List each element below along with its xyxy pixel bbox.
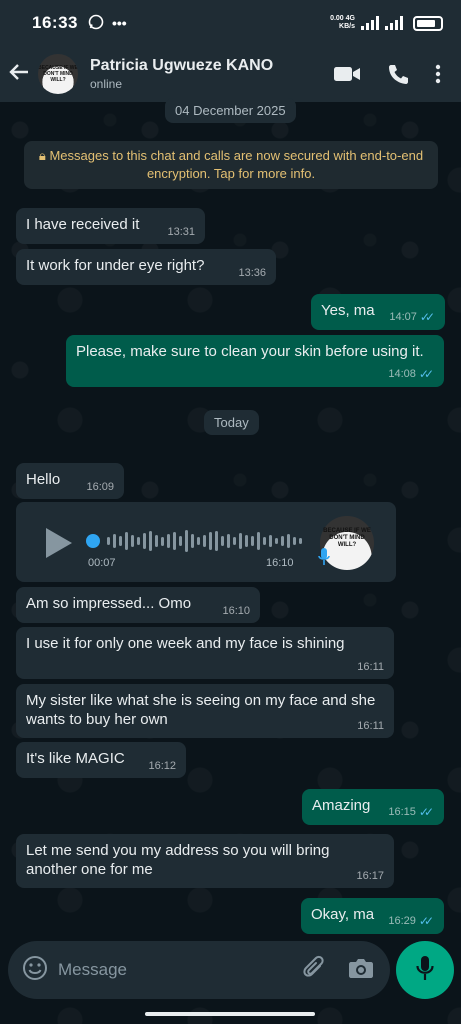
contact-status: online [90,77,123,91]
message-text: Am so impressed... Omo [26,595,192,612]
voice-call-icon[interactable] [387,63,409,85]
message-meta: 16:12 [148,760,176,772]
message-composer [8,941,390,999]
message-bubble-incoming[interactable]: Am so impressed... Omo 16:10 [16,587,260,623]
more-options-icon[interactable] [435,64,441,84]
network-speed: 0.00 4G KB/s [330,15,355,30]
contact-name: Patricia Ugwueze KANO [90,57,274,74]
signal-strength-icon-2 [385,16,403,30]
message-bubble-outgoing[interactable]: Yes, ma 14:07 ✓✓ [311,294,445,330]
message-bubble-outgoing[interactable]: Okay, ma 16:29 ✓✓ [301,898,444,934]
message-bubble-outgoing[interactable]: Please, make sure to clean your skin bef… [66,335,444,387]
voice-duration: 00:07 [88,557,116,569]
message-meta: 14:07 ✓✓ [389,310,435,324]
status-notification-icons: ••• [88,14,127,33]
message-meta: 16:10 [222,605,250,617]
contact-avatar[interactable]: BECAUSE IF WE DON'T MIND WILL? [38,54,78,94]
more-notifications-icon: ••• [111,15,127,31]
voice-record-button[interactable] [396,941,454,999]
status-bar: 16:33 ••• 0.00 4G KB/s [0,0,461,46]
message-meta: 13:36 [238,267,266,279]
message-bubble-outgoing[interactable]: Amazing 16:15 ✓✓ [302,789,444,825]
date-chip: Today [204,410,259,435]
whatsapp-notification-icon [88,14,104,33]
message-meta: 16:11 [357,720,384,732]
battery-icon [413,15,443,31]
message-meta: 14:08 ✓✓ [388,367,434,381]
read-receipt-icon: ✓✓ [418,367,434,381]
message-bubble-incoming[interactable]: I use it for only one week and my face i… [16,627,394,679]
microphone-icon [416,955,434,986]
composer-actions [302,955,374,986]
voice-time: 16:10 [266,557,294,569]
message-meta: 16:17 [356,870,384,882]
message-text: Let me send you my address so you will b… [26,842,330,878]
message-text: My sister like what she is seeing on my … [26,692,376,728]
message-meta: 16:11 [357,661,384,673]
message-input[interactable] [58,960,302,980]
message-bubble-incoming[interactable]: It's like MAGIC 16:12 [16,742,186,778]
home-indicator[interactable] [145,1012,315,1016]
message-bubble-incoming[interactable]: It work for under eye right? 13:36 [16,249,276,285]
message-bubble-incoming[interactable]: Hello 16:09 [16,463,124,499]
message-text: I use it for only one week and my face i… [26,635,345,652]
attach-icon[interactable] [302,955,326,986]
message-meta: 16:29 ✓✓ [388,914,434,928]
chat-header: BECAUSE IF WE DON'T MIND WILL? Patricia … [0,46,461,102]
message-meta: 16:15 ✓✓ [388,805,434,819]
message-bubble-incoming[interactable]: Let me send you my address so you will b… [16,834,394,888]
date-chip: 04 December 2025 [165,98,296,123]
microphone-icon [318,548,330,571]
play-icon[interactable] [46,528,72,558]
header-actions [333,63,461,85]
message-bubble-incoming[interactable]: I have received it 13:31 [16,208,205,244]
contact-info[interactable]: Patricia Ugwueze KANO online [90,57,273,91]
status-time: 16:33 [32,13,78,32]
status-right: 0.00 4G KB/s [330,15,443,31]
message-text: Please, make sure to clean your skin bef… [76,343,424,360]
voice-note-message[interactable]: 00:07 16:10 BECAUSE IF WE DON'T MIND WIL… [16,502,396,582]
playback-scrubber[interactable] [86,534,100,548]
voice-waveform[interactable] [86,528,302,554]
encryption-notice[interactable]: 🔒︎ Messages to this chat and calls are n… [24,141,438,189]
video-call-icon[interactable] [333,64,361,84]
back-arrow-icon[interactable] [8,59,36,90]
read-receipt-icon: ✓✓ [418,914,434,928]
message-text: It work for under eye right? [26,257,205,274]
message-meta: 16:09 [86,481,114,493]
read-receipt-icon: ✓✓ [418,805,434,819]
lock-icon: 🔒︎ [38,148,46,163]
camera-icon[interactable] [348,957,374,984]
emoji-icon[interactable] [22,955,48,986]
read-receipt-icon: ✓✓ [419,310,435,324]
message-bubble-incoming[interactable]: My sister like what she is seeing on my … [16,684,394,738]
signal-strength-icon [361,16,379,30]
message-meta: 13:31 [167,226,195,238]
